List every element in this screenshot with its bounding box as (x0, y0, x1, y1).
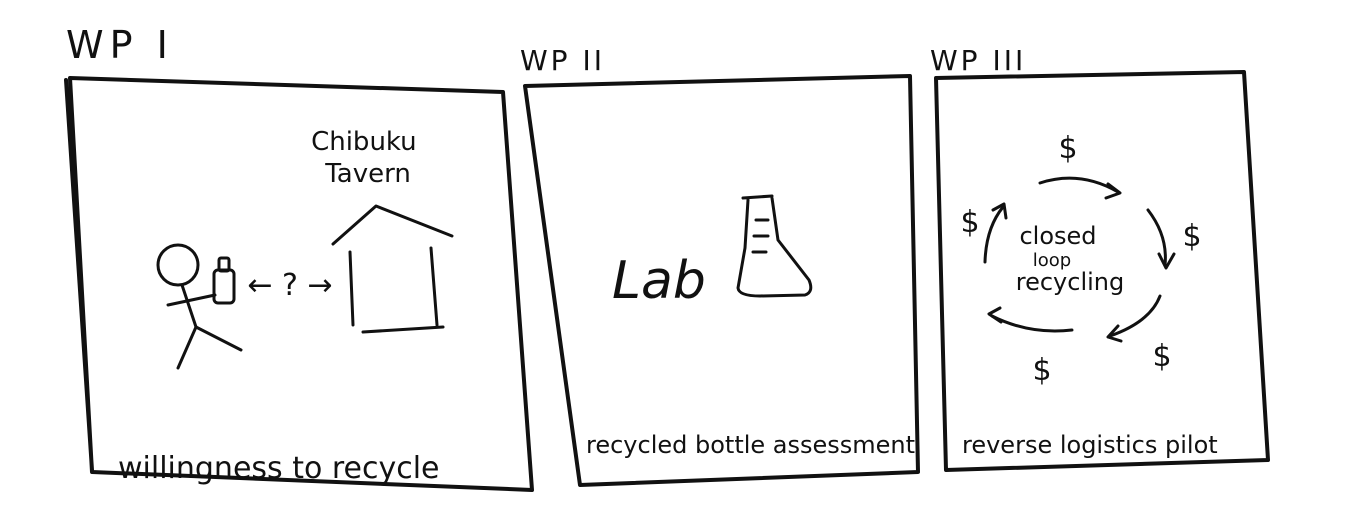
panel-wp1-caption: willingness to recycle (118, 451, 440, 486)
dollar-sign-left: $ (960, 205, 979, 240)
panel-wp2-frame (523, 74, 920, 487)
bottle-icon (212, 256, 236, 305)
loop-center-line3: recycling (1016, 268, 1124, 296)
dollar-sign-bottom-left: $ (1032, 353, 1051, 388)
panel-wp3: WP III $ $ $ $ $ closed loop recycling r… (930, 44, 1270, 472)
dollar-sign-right: $ (1182, 219, 1201, 254)
loop-arrow-bottom-left (990, 314, 1074, 333)
flask-icon (736, 194, 813, 298)
dollar-sign-top: $ (1058, 131, 1077, 166)
panel-wp3-caption: reverse logistics pilot (962, 431, 1218, 459)
panel-wp2-caption: recycled bottle assessment (586, 431, 915, 459)
work-package-diagram: WP I Chibuku Tavern ← ? → willingness to… (64, 23, 1270, 492)
tavern-sign-line1: Chibuku (311, 127, 417, 157)
dollar-sign-bottom-right: $ (1152, 339, 1171, 374)
panel-wp2-label: WP II (520, 44, 605, 77)
question-arrows: ← ? → (247, 268, 332, 303)
tavern-house-icon (331, 204, 454, 334)
panel-wp1: WP I Chibuku Tavern ← ? → willingness to… (64, 23, 534, 492)
panel-wp2: WP II Lab recycled bottle assessment (520, 44, 920, 487)
tavern-sign: Chibuku Tavern (311, 127, 425, 189)
loop-arrow-top (1038, 176, 1120, 194)
loop-center-line1: closed (1019, 222, 1096, 250)
panel-wp1-label: WP I (66, 23, 174, 67)
tavern-sign-line2: Tavern (324, 159, 411, 189)
loop-arrowhead-bottom-left (987, 306, 1003, 324)
recycling-loop (983, 176, 1176, 343)
loop-arrow-left (983, 205, 1005, 264)
lab-word: Lab (612, 251, 706, 311)
loop-arrow-right (1146, 208, 1167, 267)
panel-wp3-label: WP III (930, 44, 1026, 77)
loop-arrow-bottom-right (1108, 294, 1162, 338)
